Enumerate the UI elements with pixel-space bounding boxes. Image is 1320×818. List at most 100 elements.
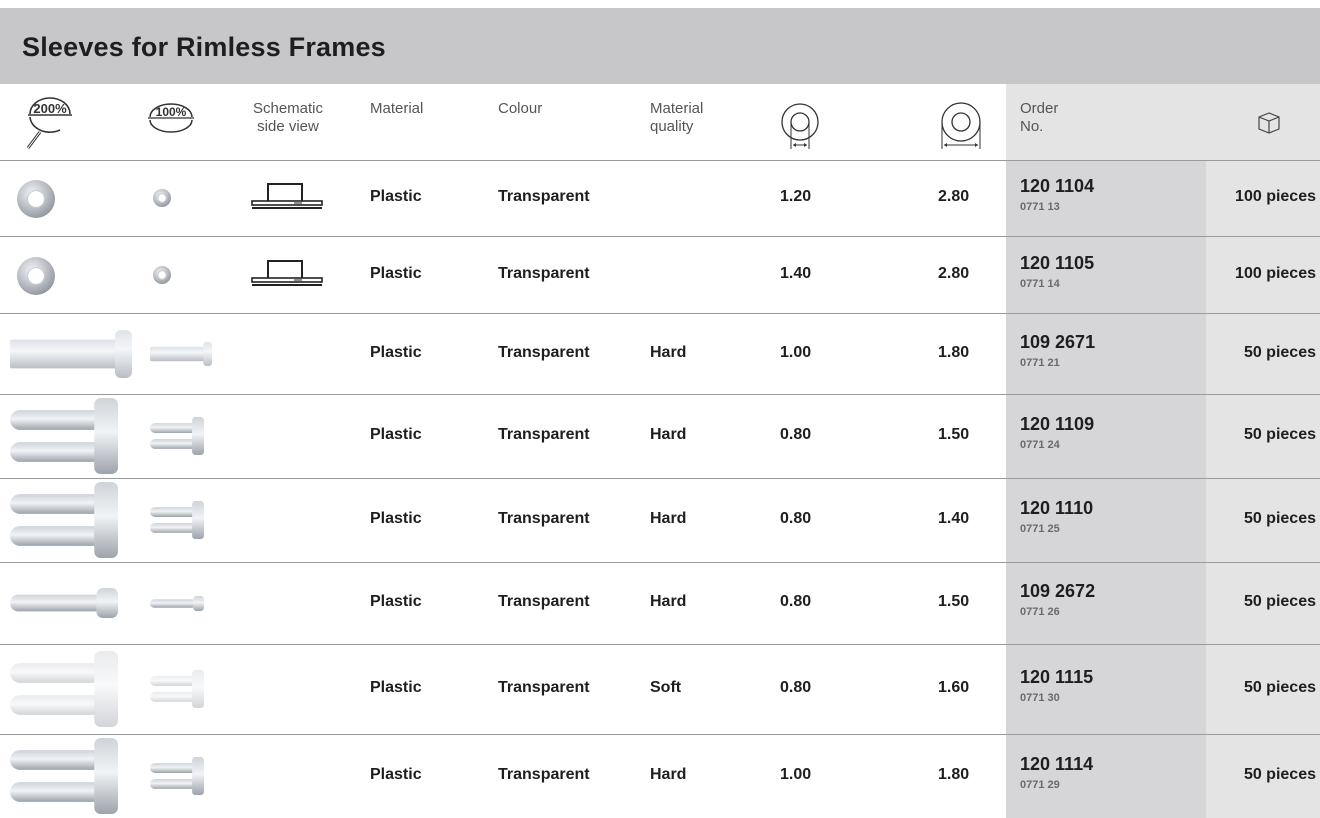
order-cell-background: [1006, 645, 1206, 734]
zoom-100-label: 100%: [156, 105, 187, 119]
pack-quantity: 50 pieces: [1243, 510, 1316, 527]
inner-diameter-cell: 0.80: [780, 426, 812, 443]
pack-quantity: 50 pieces: [1243, 766, 1316, 783]
zoom-100-icon: 100%: [145, 101, 197, 135]
colour-cell: Transparent: [498, 766, 590, 783]
material-cell: Plastic: [370, 593, 422, 610]
order-number: 109 2672: [1020, 581, 1096, 601]
colour-cell: Transparent: [498, 593, 590, 610]
quality-cell: Hard: [650, 593, 687, 610]
schematic-side-view-icon: [250, 181, 326, 211]
double-sleeve-100-image: [150, 757, 204, 795]
order-sub-number: 0771 29: [1020, 779, 1060, 791]
header-quality: Material quality: [650, 100, 703, 136]
material-cell: Plastic: [370, 426, 422, 443]
inner-diameter-cell: 0.80: [780, 679, 812, 696]
outer-diameter-cell: 1.80: [938, 343, 970, 361]
header-colour: Colour: [498, 100, 543, 117]
colour-cell: Transparent: [498, 264, 590, 282]
header-quality-line2: quality: [650, 118, 694, 135]
order-cell-background: [1006, 479, 1206, 562]
order-sub-number: 0771 26: [1020, 606, 1060, 618]
inner-diameter-icon: [780, 99, 820, 151]
header-schematic-line1: Schematic: [252, 100, 324, 117]
pack-quantity: 50 pieces: [1243, 343, 1316, 361]
material-cell: Plastic: [370, 510, 422, 527]
material-cell: Plastic: [370, 188, 422, 205]
double-sleeve-100-image: [150, 501, 204, 539]
order-cell-background: [1006, 161, 1206, 236]
order-sub-number: 0771 30: [1020, 692, 1060, 704]
header-order-line2: No.: [1020, 118, 1044, 135]
header-order-line1: Order: [1020, 100, 1059, 117]
outer-diameter-icon: [938, 99, 984, 151]
double-sleeve-200-image: [10, 738, 118, 814]
pack-quantity: 50 pieces: [1243, 593, 1316, 610]
pack-quantity: 50 pieces: [1243, 426, 1316, 443]
outer-diameter-cell: 2.80: [938, 264, 970, 282]
outer-diameter-cell: 1.50: [938, 593, 970, 610]
quality-cell: Hard: [650, 510, 687, 527]
order-number: 120 1104: [1020, 176, 1095, 196]
outer-diameter-cell: 1.50: [938, 426, 970, 443]
order-number: 109 2671: [1020, 331, 1096, 352]
zoom-200-icon: 200%: [20, 92, 82, 154]
single-sleeve-200-image: [10, 588, 118, 618]
pack-quantity: 50 pieces: [1243, 679, 1316, 696]
colour-cell: Transparent: [498, 343, 590, 361]
inner-diameter-cell: 1.20: [780, 188, 812, 205]
tube-sleeve-200-image: [10, 329, 132, 378]
order-number: 120 1114: [1020, 754, 1094, 774]
order-sub-number: 0771 24: [1020, 439, 1060, 451]
order-number: 120 1109: [1020, 414, 1095, 434]
material-cell: Plastic: [370, 766, 422, 783]
double-sleeve-200-image: [10, 398, 118, 474]
order-sub-number: 0771 25: [1020, 523, 1060, 535]
double-sleeve-100-image: [150, 417, 204, 455]
material-cell: Plastic: [370, 264, 422, 282]
header-material: Material: [370, 100, 424, 117]
tube-sleeve-100-image: [150, 341, 212, 366]
colour-cell: Transparent: [498, 188, 590, 205]
header-schematic-line2: side view: [257, 118, 319, 135]
outer-diameter-cell: 2.80: [938, 188, 970, 205]
order-cell-background: [1006, 735, 1206, 818]
inner-diameter-cell: 0.80: [780, 510, 812, 527]
order-sub-number: 0771 14: [1020, 277, 1060, 290]
inner-diameter-cell: 1.40: [780, 264, 812, 282]
order-cell-background: [1006, 395, 1206, 478]
inner-diameter-cell: 0.80: [780, 593, 812, 610]
inner-diameter-cell: 1.00: [780, 766, 812, 783]
package-box-icon: [1256, 109, 1282, 135]
ring-sleeve-100-image: [152, 265, 172, 285]
quality-cell: Soft: [650, 679, 682, 696]
colour-cell: Transparent: [498, 510, 590, 527]
colour-cell: Transparent: [498, 679, 590, 696]
ring-sleeve-200-image: [16, 256, 56, 296]
quality-cell: Hard: [650, 343, 687, 361]
zoom-200-label: 200%: [33, 101, 67, 116]
inner-diameter-cell: 1.00: [780, 343, 812, 361]
header-order: Order No.: [1020, 100, 1058, 136]
schematic-side-view-icon: [250, 258, 326, 288]
title-bar: Sleeves for Rimless Frames: [0, 8, 1320, 84]
colour-cell: Transparent: [498, 426, 590, 443]
order-cell-background: [1006, 237, 1206, 313]
quality-cell: Hard: [650, 426, 687, 443]
pack-quantity: 100 pieces: [1235, 188, 1316, 205]
order-cell-background: [1006, 314, 1206, 394]
ring-sleeve-100-image: [152, 188, 172, 208]
order-number: 120 1105: [1020, 252, 1095, 273]
soft-sleeve-200-image: [10, 651, 118, 727]
catalog-page: Sleeves for Rimless Frames 200% 100% Sch…: [0, 0, 1320, 818]
order-cell-background: [1006, 563, 1206, 644]
order-sub-number: 0771 13: [1020, 201, 1060, 213]
page-title: Sleeves for Rimless Frames: [22, 32, 386, 62]
material-cell: Plastic: [370, 343, 422, 361]
order-number: 120 1115: [1020, 667, 1094, 687]
outer-diameter-cell: 1.60: [938, 679, 970, 696]
outer-diameter-cell: 1.40: [938, 510, 970, 527]
order-number: 120 1110: [1020, 498, 1094, 518]
soft-sleeve-100-image: [150, 670, 204, 708]
ring-sleeve-200-image: [16, 179, 56, 219]
